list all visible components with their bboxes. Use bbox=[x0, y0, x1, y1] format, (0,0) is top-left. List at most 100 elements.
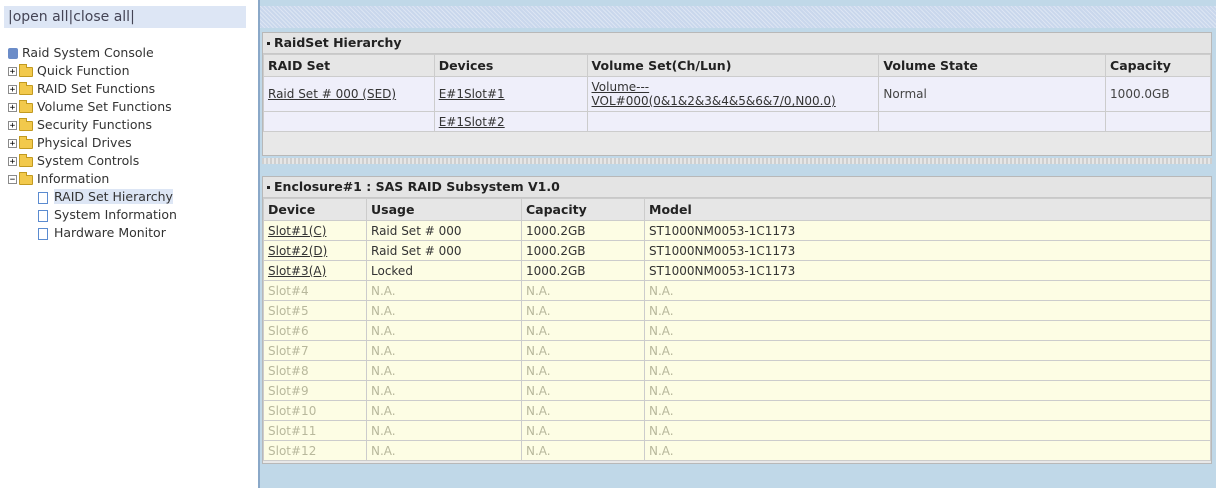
tree-item-raid-set-hierarchy[interactable]: RAID Set Hierarchy bbox=[8, 188, 177, 206]
raidset-panel: RaidSet Hierarchy RAID Set Devices Volum… bbox=[262, 32, 1212, 156]
usage-cell: N.A. bbox=[366, 380, 522, 401]
table-row: Slot#10 N.A. N.A. N.A. bbox=[263, 400, 1211, 421]
raidset-title-text: RaidSet Hierarchy bbox=[274, 35, 402, 50]
tree-item-system-controls[interactable]: + System Controls bbox=[8, 152, 177, 170]
column-header: Usage bbox=[366, 198, 522, 221]
table-row: Slot#12 N.A. N.A. N.A. bbox=[263, 440, 1211, 461]
usage-cell: N.A. bbox=[366, 420, 522, 441]
usage-cell: N.A. bbox=[366, 280, 522, 301]
capacity-cell: N.A. bbox=[521, 440, 645, 461]
expand-icon[interactable]: + bbox=[8, 67, 17, 77]
volume-state-cell: Normal bbox=[878, 76, 1107, 112]
raidset-panel-title: RaidSet Hierarchy bbox=[263, 33, 1211, 54]
tree-toolbar: |open all|close all| bbox=[4, 6, 246, 28]
tree-item-information[interactable]: − Information bbox=[8, 170, 177, 188]
separator: | bbox=[130, 9, 135, 25]
usage-cell: N.A. bbox=[366, 440, 522, 461]
folder-icon bbox=[19, 99, 33, 113]
column-header: Capacity bbox=[521, 198, 645, 221]
capacity-cell: N.A. bbox=[521, 400, 645, 421]
expand-icon[interactable]: + bbox=[8, 139, 17, 149]
table-row: Slot#11 N.A. N.A. N.A. bbox=[263, 420, 1211, 441]
volume-set-link[interactable]: Volume--- VOL#000(0&1&2&3&4&5&6&7/0,N00.0… bbox=[592, 80, 836, 108]
capacity-cell: N.A. bbox=[521, 340, 645, 361]
column-header: Capacity bbox=[1105, 54, 1211, 77]
tree-item-raid-set-functions[interactable]: + RAID Set Functions bbox=[8, 80, 177, 98]
device-link[interactable]: E#1Slot#2 bbox=[439, 115, 505, 129]
volume-line2: VOL#000(0&1&2&3&4&5&6&7/0,N00.0) bbox=[591, 94, 836, 108]
capacity-cell bbox=[1105, 111, 1211, 132]
raid-set-cell: Raid Set # 000 (SED) bbox=[263, 76, 435, 112]
expand-icon[interactable]: + bbox=[8, 103, 17, 113]
tree-item-hardware-monitor[interactable]: Hardware Monitor bbox=[8, 224, 177, 242]
collapse-icon[interactable]: − bbox=[8, 175, 17, 185]
navigation-tree: Raid System Console + Quick Function + RAI… bbox=[8, 44, 177, 242]
console-icon bbox=[8, 48, 18, 59]
tree-root-label: Raid System Console bbox=[22, 45, 154, 60]
usage-cell: Locked bbox=[366, 260, 522, 281]
capacity-cell: N.A. bbox=[521, 280, 645, 301]
volume-line1: Volume--- bbox=[591, 80, 650, 94]
usage-cell: N.A. bbox=[366, 360, 522, 381]
table-row: Slot#4 N.A. N.A. N.A. bbox=[263, 280, 1211, 301]
volume-set-cell bbox=[586, 111, 880, 132]
content-header-band bbox=[260, 6, 1216, 28]
tree-item-quick-function[interactable]: + Quick Function bbox=[8, 62, 177, 80]
table-row: Raid Set # 000 (SED) E#1Slot#1 Volume---… bbox=[263, 76, 1211, 112]
device-cell: Slot#1(C) bbox=[263, 220, 367, 241]
capacity-cell: N.A. bbox=[521, 420, 645, 441]
open-all-link[interactable]: open all bbox=[13, 9, 69, 25]
model-cell: N.A. bbox=[644, 380, 1211, 401]
enclosure-panel-title: Enclosure#1 : SAS RAID Subsystem V1.0 bbox=[263, 177, 1211, 198]
device-link[interactable]: Slot#1(C) bbox=[268, 224, 326, 238]
capacity-cell: 1000.2GB bbox=[521, 240, 645, 261]
table-row: Slot#3(A) Locked 1000.2GB ST1000NM0053-1C11… bbox=[263, 260, 1211, 281]
device-link[interactable]: Slot#3(A) bbox=[268, 264, 326, 278]
tree-item-label: System Controls bbox=[37, 153, 140, 168]
folder-icon bbox=[19, 117, 33, 131]
tree-item-security-functions[interactable]: + Security Functions bbox=[8, 116, 177, 134]
tree-item-label: System Information bbox=[54, 207, 177, 222]
model-cell: ST1000NM0053-1C1173 bbox=[644, 240, 1211, 261]
model-cell: N.A. bbox=[644, 360, 1211, 381]
tree-item-label: Security Functions bbox=[37, 117, 152, 132]
device-link[interactable]: Slot#2(D) bbox=[268, 244, 327, 258]
raid-set-cell bbox=[263, 111, 435, 132]
raid-set-link[interactable]: Raid Set # 000 (SED) bbox=[268, 87, 396, 101]
bullet-icon bbox=[267, 42, 270, 45]
tree-item-physical-drives[interactable]: + Physical Drives bbox=[8, 134, 177, 152]
model-cell: N.A. bbox=[644, 280, 1211, 301]
device-cell: Slot#5 bbox=[263, 300, 367, 321]
tree-item-label: RAID Set Functions bbox=[37, 81, 156, 96]
device-cell: Slot#9 bbox=[263, 380, 367, 401]
model-cell: ST1000NM0053-1C1173 bbox=[644, 260, 1211, 281]
tree-item-system-information[interactable]: System Information bbox=[8, 206, 177, 224]
expand-icon[interactable]: + bbox=[8, 157, 17, 167]
expand-icon[interactable]: + bbox=[8, 85, 17, 95]
content-footer-band bbox=[260, 466, 1216, 488]
device-cell: Slot#6 bbox=[263, 320, 367, 341]
tree-item-volume-set-functions[interactable]: + Volume Set Functions bbox=[8, 98, 177, 116]
table-row: Slot#6 N.A. N.A. N.A. bbox=[263, 320, 1211, 341]
model-cell: N.A. bbox=[644, 340, 1211, 361]
device-cell: Slot#7 bbox=[263, 340, 367, 361]
panel-separator bbox=[262, 158, 1212, 164]
capacity-cell: 1000.0GB bbox=[1105, 76, 1211, 112]
usage-cell: N.A. bbox=[366, 340, 522, 361]
tree-item-label: RAID Set Hierarchy bbox=[54, 189, 173, 204]
volume-set-cell: Volume--- VOL#000(0&1&2&3&4&5&6&7/0,N00.0… bbox=[586, 76, 880, 112]
capacity-cell: N.A. bbox=[521, 360, 645, 381]
model-cell: ST1000NM0053-1C1173 bbox=[644, 220, 1211, 241]
device-link[interactable]: E#1Slot#1 bbox=[439, 87, 505, 101]
tree-item-label: Hardware Monitor bbox=[54, 225, 166, 240]
device-cell: E#1Slot#1 bbox=[433, 76, 588, 112]
model-cell: N.A. bbox=[644, 320, 1211, 341]
usage-cell: N.A. bbox=[366, 300, 522, 321]
expand-icon[interactable]: + bbox=[8, 121, 17, 131]
bullet-icon bbox=[267, 186, 270, 189]
folder-icon bbox=[19, 135, 33, 149]
enclosure-title-text: Enclosure#1 : SAS RAID Subsystem V1.0 bbox=[274, 179, 560, 194]
close-all-link[interactable]: close all bbox=[73, 9, 130, 25]
tree-root[interactable]: Raid System Console bbox=[8, 44, 177, 62]
table-row: Slot#1(C) Raid Set # 000 1000.2GB ST1000NM0… bbox=[263, 220, 1211, 241]
